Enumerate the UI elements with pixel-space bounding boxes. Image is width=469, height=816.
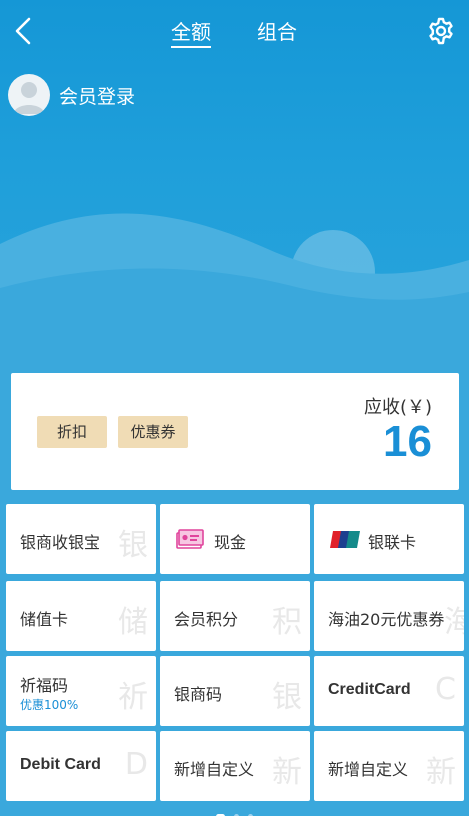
tab-full-amount[interactable]: 全额 — [171, 16, 211, 48]
tile-watermark: 储 — [118, 605, 148, 640]
member-login-label: 会员登录 — [59, 85, 136, 108]
tile-watermark: 积 — [272, 605, 302, 640]
tile-label: 海油20元优惠券 — [328, 610, 445, 629]
payment-haiyou-coupon[interactable]: 海油20元优惠券 海 — [314, 581, 464, 651]
tile-sublabel: 优惠100% — [20, 698, 79, 712]
amount-panel: 折扣 优惠券 应收(￥) 16 — [11, 373, 459, 490]
unionpay-icon — [330, 531, 360, 552]
receivable-amount: 16 — [383, 417, 432, 466]
tile-label: 新增自定义 — [174, 760, 255, 779]
member-login[interactable]: 会员登录 — [8, 73, 135, 117]
tile-watermark: C — [435, 672, 456, 707]
cash-icon — [176, 529, 204, 553]
tile-label: 祈福码 — [20, 676, 69, 695]
payment-debit-card[interactable]: Debit Card D — [6, 731, 156, 801]
tile-watermark: 新 — [272, 755, 302, 790]
payment-add-custom[interactable]: 新增自定义 新 — [314, 731, 464, 801]
payment-credit-card[interactable]: CreditCard C — [314, 656, 464, 726]
tile-label: 银商收银宝 — [20, 533, 101, 552]
discount-button[interactable]: 折扣 — [37, 416, 107, 448]
payment-ums-code[interactable]: 银商码 银 — [160, 656, 310, 726]
tile-watermark: 海 — [444, 605, 464, 640]
gear-icon — [429, 17, 453, 45]
tile-label: 银商码 — [174, 685, 223, 704]
receivable-label: 应收(￥) — [363, 397, 432, 418]
tab-combination[interactable]: 组合 — [257, 16, 297, 45]
payment-blessing-code[interactable]: 祈福码 优惠100% 祈 — [6, 656, 156, 726]
coupon-button[interactable]: 优惠券 — [118, 416, 188, 448]
payment-stored-value-card[interactable]: 储值卡 储 — [6, 581, 156, 651]
chevron-left-icon — [15, 17, 31, 45]
tile-label: CreditCard — [328, 681, 411, 698]
page-indicator — [0, 806, 469, 816]
payment-unionpay[interactable]: 银联卡 — [314, 504, 464, 574]
user-icon — [13, 82, 45, 114]
payment-ums-cashier[interactable]: 银商收银宝 银 — [6, 504, 156, 574]
back-button[interactable] — [10, 14, 38, 48]
settings-button[interactable] — [426, 16, 456, 46]
top-bar: 全额 组合 — [0, 0, 469, 64]
tile-watermark: 新 — [426, 755, 456, 790]
tile-watermark: 祈 — [118, 680, 148, 715]
tile-watermark: 银 — [272, 680, 302, 715]
tile-label: 现金 — [214, 533, 247, 552]
tile-label: 新增自定义 — [328, 760, 409, 779]
payment-add-custom[interactable]: 新增自定义 新 — [160, 731, 310, 801]
tile-label: 会员积分 — [174, 610, 239, 629]
avatar — [8, 74, 50, 116]
tile-label: 银联卡 — [368, 533, 417, 552]
tile-label: Debit Card — [20, 756, 101, 773]
tile-watermark: 银 — [118, 528, 148, 563]
tile-label: 储值卡 — [20, 610, 69, 629]
tile-watermark: D — [124, 747, 148, 782]
payment-cash[interactable]: 现金 — [160, 504, 310, 574]
payment-member-points[interactable]: 会员积分 积 — [160, 581, 310, 651]
